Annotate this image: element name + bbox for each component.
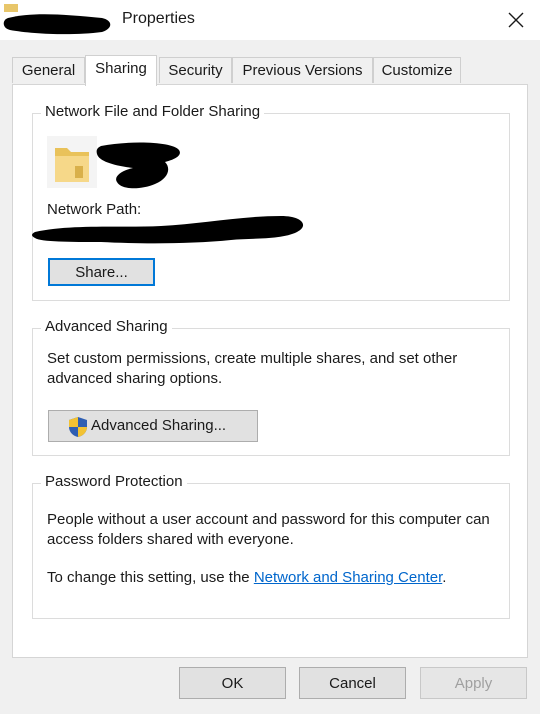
redaction-mark xyxy=(3,4,111,35)
tab-general[interactable]: General xyxy=(12,57,85,83)
close-icon xyxy=(508,12,524,28)
tab-strip: General Sharing Security Previous Versio… xyxy=(10,55,530,86)
shield-icon xyxy=(69,417,87,437)
change-setting-text: To change this setting, use the Network … xyxy=(47,569,447,586)
cancel-button[interactable]: Cancel xyxy=(299,667,406,699)
redaction-mark xyxy=(96,142,180,189)
network-sharing-title: Network File and Folder Sharing xyxy=(41,103,265,120)
ok-button[interactable]: OK xyxy=(179,667,286,699)
password-protection-group: Password Protection People without a use… xyxy=(32,473,510,619)
password-protection-description: People without a user account and passwo… xyxy=(47,511,490,548)
close-button[interactable] xyxy=(496,4,536,36)
redaction-mark xyxy=(32,216,304,244)
advanced-sharing-title: Advanced Sharing xyxy=(41,318,172,335)
sharing-panel: Network File and Folder Sharing Network … xyxy=(12,84,528,658)
title-bar: Properties xyxy=(0,0,540,40)
tab-previous-versions[interactable]: Previous Versions xyxy=(232,57,373,83)
advanced-sharing-description: Set custom permissions, create multiple … xyxy=(47,350,458,387)
advanced-sharing-group: Advanced Sharing Set custom permissions,… xyxy=(32,318,510,456)
tab-sharing[interactable]: Sharing xyxy=(85,55,157,86)
folder-icon xyxy=(47,136,97,188)
dialog-footer: OK Cancel Apply xyxy=(0,658,540,714)
network-sharing-group: Network File and Folder Sharing Network … xyxy=(32,103,510,301)
password-protection-title: Password Protection xyxy=(41,473,187,490)
advanced-sharing-button[interactable]: Advanced Sharing... xyxy=(48,410,258,442)
apply-button[interactable]: Apply xyxy=(420,667,527,699)
network-sharing-center-link[interactable]: Network and Sharing Center xyxy=(254,569,442,586)
window-title: Properties xyxy=(122,10,195,27)
advanced-sharing-button-label: Advanced Sharing... xyxy=(91,417,227,434)
share-button[interactable]: Share... xyxy=(48,258,155,286)
tab-customize[interactable]: Customize xyxy=(373,57,461,83)
tab-security[interactable]: Security xyxy=(159,57,232,83)
